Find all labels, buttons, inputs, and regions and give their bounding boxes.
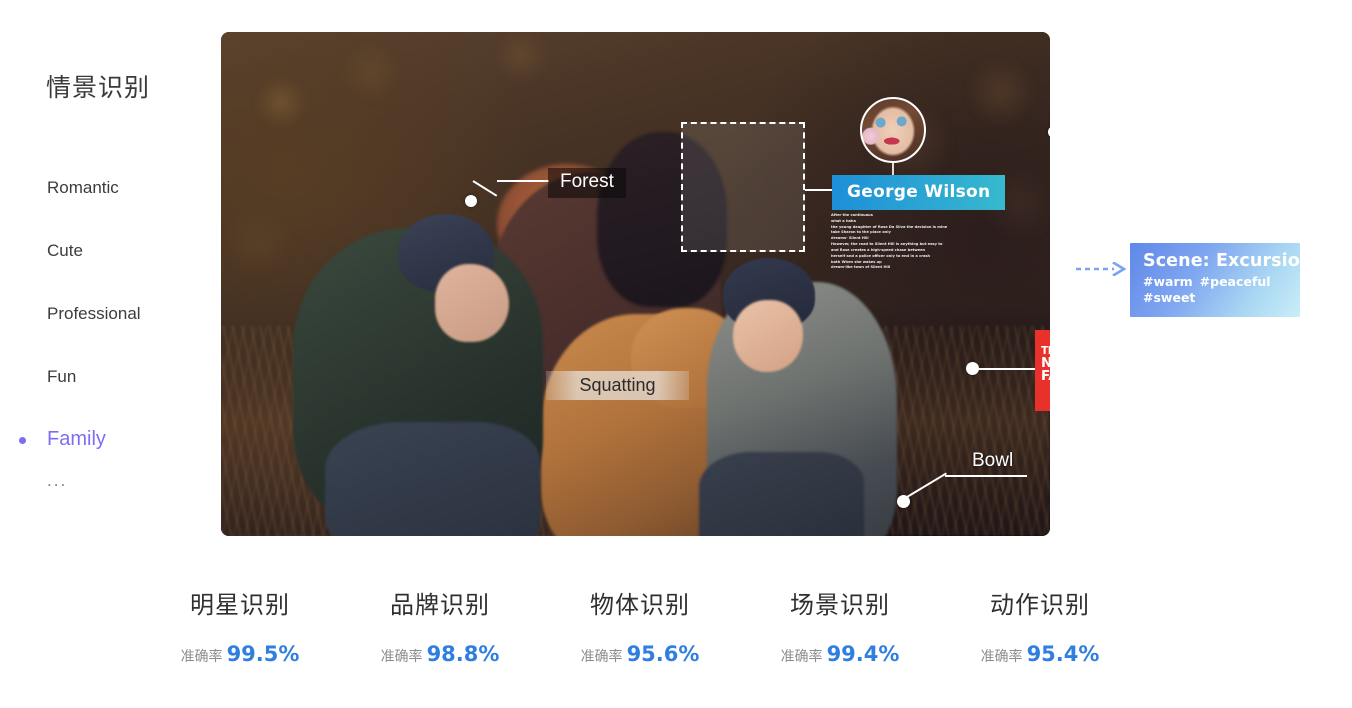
sidebar-item-more[interactable]: ...	[0, 471, 221, 521]
page-root: 情景识别 Romantic Cute Professional Fun Fami…	[0, 0, 1352, 708]
tag-row-1: #warm #peaceful	[1143, 274, 1288, 290]
blurb-line: dream-like town of Silent Hill	[831, 265, 891, 270]
page-title: 情景识别	[46, 73, 151, 102]
metric-accuracy: 准确率 98.8%	[340, 642, 540, 666]
sidebar-item-family[interactable]: Family	[0, 408, 221, 471]
sidebar-item-cute[interactable]: Cute	[0, 219, 221, 282]
face-selection-box[interactable]	[681, 122, 805, 252]
metric-accuracy: 准确率 99.4%	[740, 642, 940, 666]
accuracy-value: 98.8%	[426, 642, 500, 666]
forest-label[interactable]: Forest	[548, 168, 626, 198]
accuracy-value: 95.4%	[1026, 642, 1100, 666]
photo-subject-boy-left-face	[435, 264, 509, 342]
accuracy-value: 99.4%	[826, 642, 900, 666]
forest-anchor-dot-icon	[465, 195, 477, 207]
celebrity-avatar-wrap	[860, 97, 926, 187]
scene-tag[interactable]: #warm	[1143, 274, 1193, 289]
metric-celebrity-recognition: 明星识别 准确率 99.5%	[140, 585, 340, 666]
sidebar-item-label: Cute	[47, 240, 83, 260]
metric-accuracy: 准确率 95.6%	[540, 642, 740, 666]
metric-accuracy: 准确率 99.5%	[140, 642, 340, 666]
sidebar-item-fun[interactable]: Fun	[0, 345, 221, 408]
sidebar-item-label: Fun	[47, 366, 77, 386]
metric-name: 物体识别	[590, 591, 690, 619]
tag-row-2: #sweet	[1143, 290, 1288, 306]
sidebar-item-professional[interactable]: Professional	[0, 282, 221, 345]
celebrity-description-text: After the continuous what a haha the you…	[831, 213, 961, 271]
avatar	[860, 97, 926, 163]
forest-leader-line-horizontal	[497, 180, 549, 182]
metric-name: 动作识别	[990, 591, 1090, 619]
sidebar-item-label: Romantic	[47, 177, 119, 197]
scene-tag[interactable]: #peaceful	[1200, 274, 1271, 289]
metric-action-recognition: 动作识别 准确率 95.4%	[940, 585, 1140, 666]
active-bullet-icon	[19, 436, 26, 444]
accuracy-label: 准确率	[180, 649, 223, 665]
bowl-label[interactable]: Bowl	[972, 450, 1013, 472]
photo-subject-boy-right-pants	[699, 452, 864, 536]
scene-category-list: Romantic Cute Professional Fun Family ..…	[0, 156, 221, 521]
scene-result-title: Scene: Excursion	[1143, 251, 1313, 271]
annotated-photo[interactable]: Forest George Wilson After the continuou…	[221, 32, 1050, 536]
dashed-arrow-icon	[1076, 262, 1127, 276]
metric-name: 明星识别	[190, 591, 290, 619]
sidebar-item-romantic[interactable]: Romantic	[0, 156, 221, 219]
scene-result-tags: #warm #peaceful #sweet	[1143, 274, 1288, 305]
celebrity-name-badge[interactable]: George Wilson	[832, 175, 1006, 210]
sidebar-item-label: Family	[47, 428, 106, 450]
accuracy-label: 准确率	[980, 649, 1023, 665]
photo-subject-boy-left-pants	[325, 422, 540, 536]
accuracy-value: 95.6%	[626, 642, 700, 666]
accuracy-value: 99.5%	[226, 642, 300, 666]
person-leader-line	[805, 189, 833, 191]
action-label-band[interactable]: Squatting	[546, 371, 689, 400]
sidebar: 情景识别 Romantic Cute Professional Fun Fami…	[0, 56, 221, 536]
metrics-row: 明星识别 准确率 99.5% 品牌识别 准确率 98.8% 物体识别 准确率 95.6…	[140, 585, 1140, 666]
logo-line-3: FACE	[1041, 368, 1050, 385]
sidebar-item-label: Professional	[47, 303, 141, 323]
metric-name: 场景识别	[790, 591, 890, 619]
accuracy-label: 准确率	[580, 649, 623, 665]
bowl-underline	[945, 475, 1027, 477]
north-face-wordmark: THE NORTH FACE	[1041, 346, 1050, 384]
accuracy-label: 准确率	[780, 649, 823, 665]
metric-name: 品牌识别	[390, 591, 490, 619]
accuracy-label: 准确率	[380, 649, 423, 665]
scene-result-card[interactable]: Scene: Excursion #warm #peaceful #sweet	[1130, 243, 1313, 317]
scene-tag[interactable]: #sweet	[1143, 290, 1195, 305]
metric-accuracy: 准确率 95.4%	[940, 642, 1140, 666]
sidebar-item-label: ...	[47, 471, 68, 490]
action-label: Squatting	[579, 375, 656, 395]
north-face-logo-icon[interactable]: THE NORTH FACE	[1035, 330, 1050, 411]
metric-brand-recognition: 品牌识别 准确率 98.8%	[340, 585, 540, 666]
metric-object-recognition: 物体识别 准确率 95.6%	[540, 585, 740, 666]
photo-subject-boy-right-face	[733, 300, 803, 372]
brand-leader-line	[977, 368, 1035, 370]
metric-scene-recognition: 场景识别 准确率 99.4%	[740, 585, 940, 666]
